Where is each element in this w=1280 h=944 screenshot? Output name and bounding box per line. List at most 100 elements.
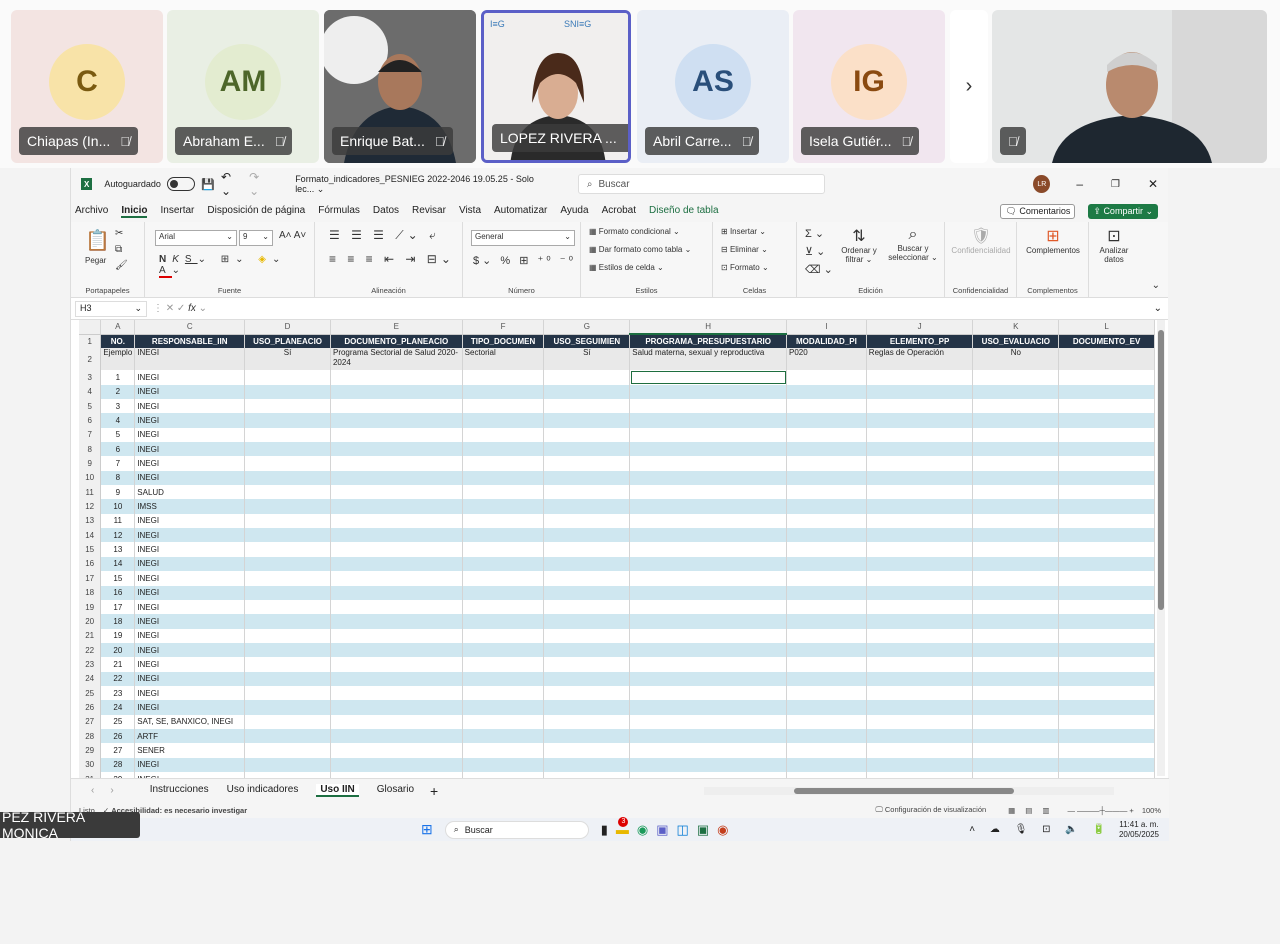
table-cell[interactable]: 4: [100, 413, 136, 428]
table-cell[interactable]: [244, 470, 331, 486]
participant-tile[interactable]: I≡G SNI≡G LOPEZ RIVERA ... 🎙̸: [481, 10, 631, 163]
table-cell[interactable]: [1058, 485, 1155, 500]
table-cell[interactable]: 16: [100, 585, 136, 600]
filename[interactable]: Formato_indicadores_PESNIEG 2022-2046 19…: [295, 174, 550, 195]
addins-button[interactable]: ⊞ Complementos: [1021, 226, 1085, 255]
table-cell[interactable]: [866, 413, 974, 428]
menu-tab-ayuda[interactable]: Ayuda: [560, 205, 588, 218]
table-cell[interactable]: [786, 743, 867, 758]
example-cell[interactable]: Programa Sectorial de Salud 2020-2024: [330, 348, 463, 371]
table-cell[interactable]: 17: [100, 599, 136, 615]
table-cell[interactable]: [543, 743, 631, 758]
table-cell[interactable]: [244, 728, 331, 744]
table-cell[interactable]: 24: [100, 700, 136, 715]
align-icons-2[interactable]: ≡ ≡ ≡ ⇤ ⇥ ⊟⌄: [329, 252, 455, 266]
table-cell[interactable]: 20: [100, 642, 136, 658]
table-cell[interactable]: [786, 614, 867, 629]
fill-icon[interactable]: ⊻ ⌄: [805, 245, 825, 258]
row-number[interactable]: 11: [79, 485, 102, 500]
table-cell[interactable]: [543, 642, 631, 658]
table-cell[interactable]: [244, 571, 331, 586]
delete-cells-button[interactable]: ⊟ Eliminar ⌄: [721, 245, 768, 254]
table-cell[interactable]: INEGI: [134, 456, 246, 471]
table-cell[interactable]: [972, 485, 1060, 500]
table-cell[interactable]: [543, 499, 631, 514]
table-cell[interactable]: INEGI: [134, 528, 246, 543]
row-number[interactable]: 21: [79, 628, 102, 643]
table-cell[interactable]: [330, 714, 463, 729]
table-cell[interactable]: [866, 685, 974, 701]
table-cell[interactable]: INEGI: [134, 685, 246, 701]
table-cell[interactable]: 19: [100, 628, 136, 643]
table-cell[interactable]: IMSS: [134, 499, 246, 514]
table-cell[interactable]: [1058, 700, 1155, 715]
format-painter-icon[interactable]: 🖌: [115, 260, 128, 271]
table-cell[interactable]: [244, 556, 331, 572]
table-cell[interactable]: [244, 685, 331, 701]
table-cell[interactable]: [462, 399, 545, 414]
table-cell[interactable]: INEGI: [134, 556, 246, 572]
table-cell[interactable]: [543, 671, 631, 686]
table-cell[interactable]: [1058, 657, 1155, 672]
column-letter[interactable]: G: [543, 320, 631, 335]
table-cell[interactable]: [786, 657, 867, 672]
row-number[interactable]: 17: [79, 571, 102, 586]
table-cell[interactable]: [543, 657, 631, 672]
table-cell[interactable]: [1058, 757, 1155, 772]
table-cell[interactable]: [330, 671, 463, 686]
column-letter[interactable]: H: [629, 320, 787, 335]
table-cell[interactable]: [1058, 427, 1155, 443]
table-cell[interactable]: INEGI: [134, 427, 246, 443]
sort-filter-button[interactable]: ⇅ Ordenar y filtrar ⌄: [837, 226, 881, 264]
row-number[interactable]: 15: [79, 542, 102, 557]
table-cell[interactable]: [629, 384, 787, 400]
table-cell[interactable]: [1058, 399, 1155, 414]
add-sheet-icon[interactable]: +: [430, 783, 438, 799]
table-cell[interactable]: 3: [100, 399, 136, 414]
table-cell[interactable]: [462, 599, 545, 615]
table-cell[interactable]: [629, 399, 787, 414]
table-cell[interactable]: [866, 485, 974, 500]
example-cell[interactable]: Sí: [244, 348, 331, 371]
table-cell[interactable]: [244, 614, 331, 629]
table-cell[interactable]: [462, 757, 545, 772]
table-cell[interactable]: [330, 585, 463, 600]
table-cell[interactable]: [543, 685, 631, 701]
row-number[interactable]: 6: [79, 413, 102, 428]
row-number[interactable]: 25: [79, 685, 102, 701]
system-tray[interactable]: ˄ ☁ 🎙 ⊡ 🔈 🔋: [969, 824, 1111, 835]
table-cell[interactable]: 5: [100, 427, 136, 443]
table-cell[interactable]: [462, 528, 545, 543]
table-cell[interactable]: [972, 571, 1060, 586]
table-cell[interactable]: [786, 642, 867, 658]
table-cell[interactable]: [543, 728, 631, 744]
row-number[interactable]: 28: [79, 728, 102, 744]
menu-tab-diseño-de-tabla[interactable]: Diseño de tabla: [649, 205, 719, 218]
table-cell[interactable]: [1058, 456, 1155, 471]
table-cell[interactable]: [786, 599, 867, 615]
table-cell[interactable]: [972, 456, 1060, 471]
sensitivity-button[interactable]: 🛡 Confidencialidad: [949, 226, 1013, 255]
format-cells-button[interactable]: ⊡ Formato ⌄: [721, 263, 769, 272]
table-cell[interactable]: [786, 427, 867, 443]
bold-italic-underline[interactable]: NKS⌄ ⊞⌄ ◈⌄ A⌄: [159, 254, 314, 278]
table-cell[interactable]: [244, 599, 331, 615]
table-cell[interactable]: [462, 743, 545, 758]
table-cell[interactable]: [972, 442, 1060, 457]
column-letter[interactable]: J: [866, 320, 974, 335]
table-cell[interactable]: [462, 671, 545, 686]
table-cell[interactable]: 23: [100, 685, 136, 701]
table-cell[interactable]: [972, 413, 1060, 428]
example-cell[interactable]: P020: [786, 348, 867, 371]
participant-tile[interactable]: AS Abril Carre... 🎙̸: [637, 10, 789, 163]
name-box[interactable]: H3 ⌄: [75, 300, 147, 317]
table-cell[interactable]: [330, 499, 463, 514]
table-cell[interactable]: INEGI: [134, 384, 246, 400]
table-cell[interactable]: ARTF: [134, 728, 246, 744]
menu-tab-disposición-de-página[interactable]: Disposición de página: [207, 205, 305, 218]
table-cell[interactable]: [1058, 671, 1155, 686]
table-cell[interactable]: [972, 628, 1060, 643]
table-cell[interactable]: INEGI: [134, 442, 246, 457]
copy-icon[interactable]: ⧉: [115, 244, 122, 255]
table-cell[interactable]: [866, 714, 974, 729]
